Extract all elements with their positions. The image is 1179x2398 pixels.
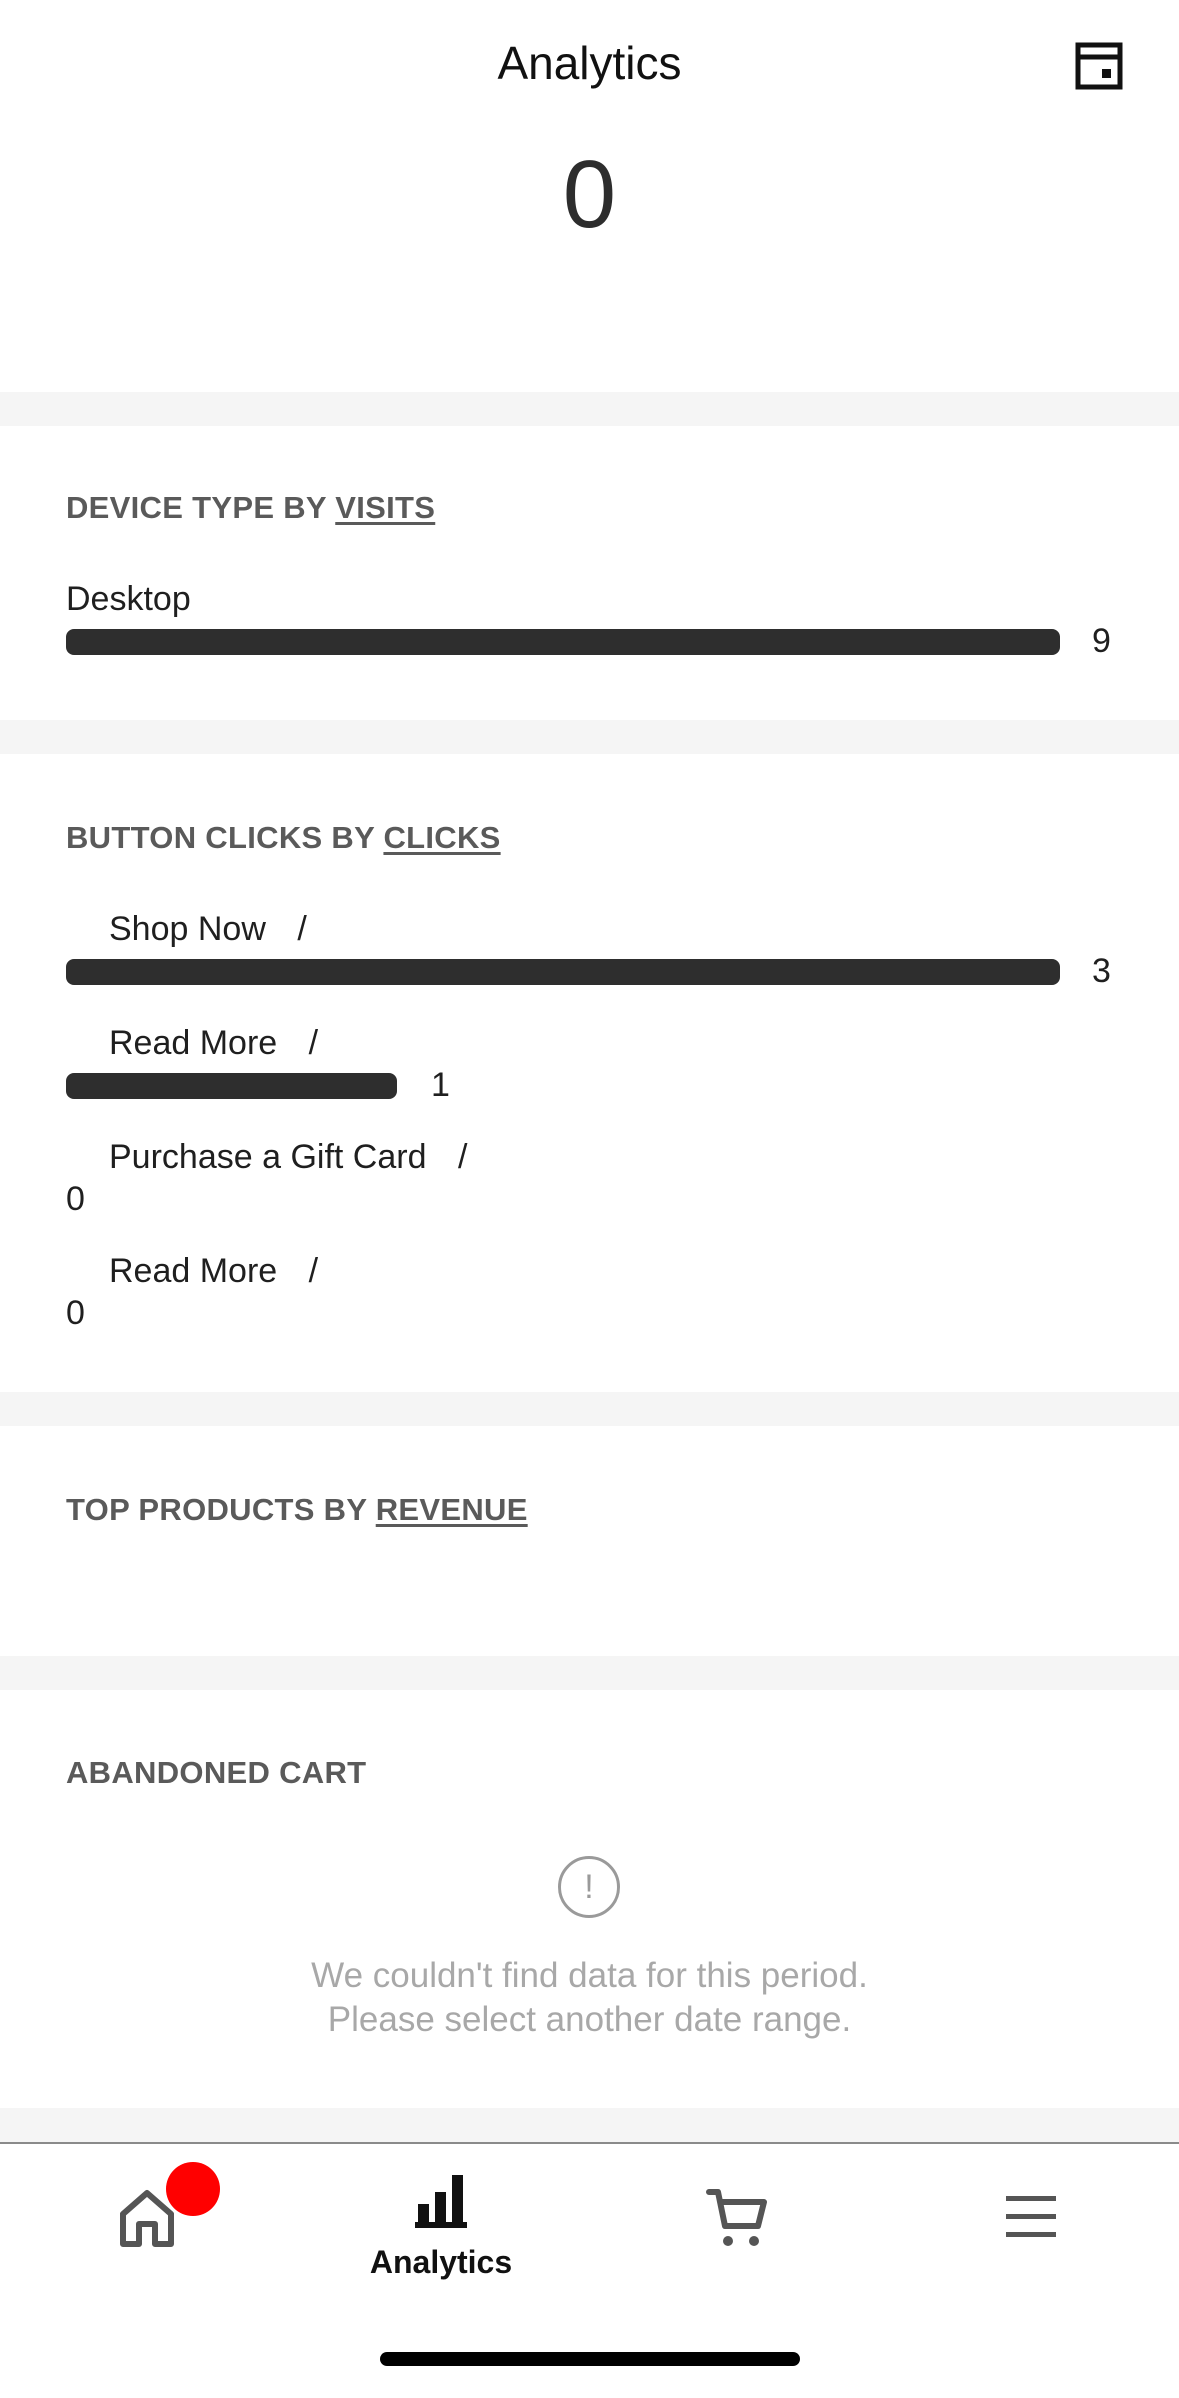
click-row-bar [66, 959, 1060, 985]
top-products-heading: TOP PRODUCTS BY REVENUE [66, 1492, 528, 1528]
header: Analytics [0, 0, 1179, 130]
section-divider [0, 2108, 1179, 2142]
tab-cart[interactable] [588, 2144, 882, 2304]
summary-value: 0 [562, 141, 617, 248]
click-row-label: Shop Now / [109, 910, 307, 949]
revenue-metric-link[interactable]: REVENUE [376, 1492, 528, 1527]
click-row-value: 3 [1092, 952, 1111, 990]
bar-chart-icon [415, 2175, 467, 2228]
click-row-bar [66, 1073, 397, 1099]
click-row-name: Shop Now [109, 910, 266, 948]
click-row-name: Read More [109, 1252, 278, 1290]
section-divider [0, 1392, 1179, 1426]
section-divider [0, 1656, 1179, 1690]
notification-badge [166, 2162, 220, 2216]
click-row-label: Read More / [109, 1024, 318, 1063]
home-indicator [380, 2352, 800, 2366]
click-row-value: 0 [66, 1180, 85, 1218]
section-divider [0, 392, 1179, 426]
click-row-value: 0 [66, 1294, 85, 1332]
device-type-heading: DEVICE TYPE BY VISITS [66, 490, 435, 526]
click-row-label: Read More / [109, 1252, 318, 1291]
alert-icon: ! [558, 1856, 620, 1918]
device-type-heading-prefix: DEVICE TYPE BY [66, 490, 327, 525]
click-row-name: Read More [109, 1024, 278, 1062]
button-clicks-heading: BUTTON CLICKS BY CLICKS [66, 820, 501, 856]
top-products-heading-prefix: TOP PRODUCTS BY [66, 1492, 367, 1527]
section-divider [0, 720, 1179, 754]
visits-metric-link[interactable]: VISITS [335, 490, 435, 525]
clicks-metric-link[interactable]: CLICKS [383, 820, 500, 855]
tab-home[interactable] [0, 2144, 294, 2304]
menu-icon [1006, 2196, 1056, 2237]
tab-analytics[interactable]: Analytics [294, 2144, 588, 2304]
click-row-separator: / [308, 1252, 319, 1290]
click-row-value: 1 [431, 1066, 450, 1104]
click-row-separator: / [457, 1138, 468, 1176]
tab-menu[interactable] [882, 2144, 1176, 2304]
calendar-icon [1075, 42, 1123, 90]
cart-icon [706, 2189, 767, 2246]
click-row-separator: / [297, 910, 307, 948]
click-row-separator: / [308, 1024, 319, 1062]
abandoned-cart-heading: ABANDONED CART [66, 1755, 367, 1790]
page-title: Analytics [497, 37, 682, 89]
device-row-value: 9 [1092, 622, 1111, 660]
empty-state-line-1: We couldn't find data for this period. [311, 1956, 868, 1995]
button-clicks-heading-prefix: BUTTON CLICKS BY [66, 820, 375, 855]
device-row-bar [66, 629, 1060, 655]
device-row-label: Desktop [66, 580, 191, 618]
tab-analytics-label: Analytics [369, 2244, 513, 2280]
empty-state-line-2: Please select another date range. [327, 2000, 852, 2039]
click-row-name: Purchase a Gift Card [109, 1138, 427, 1176]
click-row-label: Purchase a Gift Card / [109, 1138, 467, 1177]
calendar-button[interactable] [1075, 42, 1123, 90]
